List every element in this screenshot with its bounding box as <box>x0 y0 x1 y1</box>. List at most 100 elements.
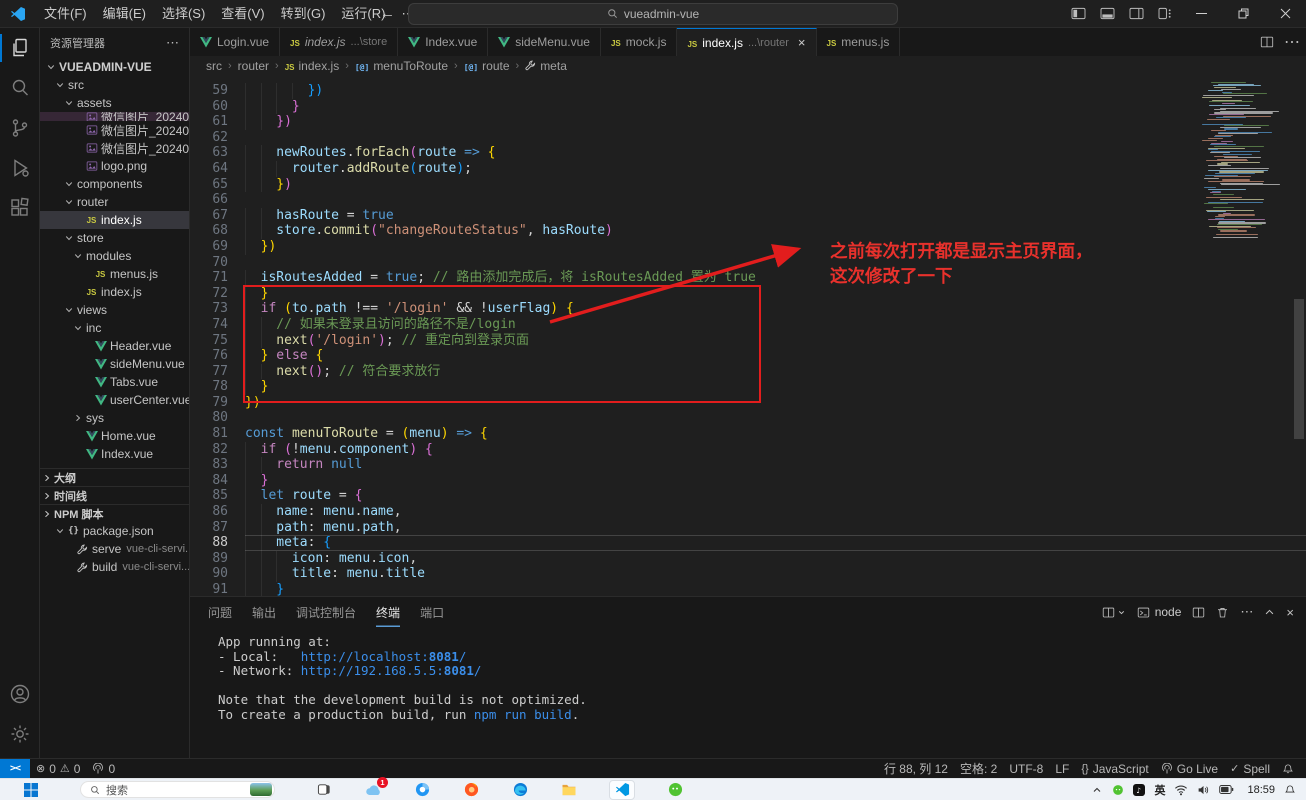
indentation[interactable]: 空格: 2 <box>954 759 1003 778</box>
minimize-button[interactable] <box>1180 0 1222 27</box>
panel-close-icon[interactable]: × <box>1286 605 1294 620</box>
menu-编辑E[interactable]: 编辑(E) <box>95 3 154 25</box>
editor-scrollbar[interactable] <box>1292 75 1306 596</box>
code-editor[interactable]: 59 })60 }61 })6263 newRoutes.forEach(rou… <box>190 75 1306 596</box>
code-line-64[interactable]: 64 router.addRoute(route); <box>190 161 1306 177</box>
panel-tab-输出[interactable]: 输出 <box>252 597 276 627</box>
code-line-66[interactable]: 66 <box>190 192 1306 208</box>
kill-terminal-icon[interactable] <box>1216 606 1229 619</box>
close-button[interactable] <box>1264 0 1306 27</box>
tree-item-Header.vue[interactable]: Header.vue <box>40 337 189 355</box>
language-mode[interactable]: {} JavaScript <box>1075 759 1154 778</box>
toggle-secondary-sidebar-icon[interactable] <box>1122 0 1151 27</box>
spell-checker[interactable]: ✓ Spell <box>1224 759 1276 778</box>
tree-item-inc[interactable]: inc <box>40 319 189 337</box>
customize-layout-icon[interactable] <box>1151 0 1180 27</box>
editor-more-actions-icon[interactable]: ⋯ <box>1284 32 1300 52</box>
tray-wechat-tray-icon[interactable] <box>1112 784 1124 796</box>
tree-item-assets[interactable]: assets <box>40 94 189 112</box>
notification-bell-icon[interactable] <box>1284 784 1296 796</box>
panel-tab-终端[interactable]: 终端 <box>376 597 400 627</box>
code-line-90[interactable]: 90 title: menu.title <box>190 566 1306 582</box>
code-line-86[interactable]: 86 name: menu.name, <box>190 504 1306 520</box>
breadcrumb-meta[interactable]: meta <box>523 59 569 73</box>
tree-item-views[interactable]: views <box>40 301 189 319</box>
code-line-81[interactable]: 81const menuToRoute = (menu) => { <box>190 426 1306 442</box>
taskbar-task-view-icon[interactable] <box>315 781 333 799</box>
taskbar-vscode-icon[interactable] <box>609 780 635 800</box>
code-line-63[interactable]: 63 newRoutes.forEach(route => { <box>190 145 1306 161</box>
code-line-61[interactable]: 61 }) <box>190 114 1306 130</box>
code-line-84[interactable]: 84 } <box>190 473 1306 489</box>
code-line-88[interactable]: 88 meta: { <box>190 535 1306 551</box>
tree-item-modules[interactable]: modules <box>40 247 189 265</box>
eol[interactable]: LF <box>1049 759 1075 778</box>
tray-battery-icon[interactable] <box>1219 784 1234 795</box>
tree-item-sys[interactable]: sys <box>40 409 189 427</box>
code-line-82[interactable]: 82 if (!menu.component) { <box>190 442 1306 458</box>
code-line-60[interactable]: 60 } <box>190 99 1306 115</box>
tab-mock.js[interactable]: JSmock.js <box>601 28 677 56</box>
breadcrumb-router[interactable]: router <box>236 59 271 73</box>
code-line-85[interactable]: 85 let route = { <box>190 488 1306 504</box>
code-line-79[interactable]: 79}) <box>190 395 1306 411</box>
activity-extensions-icon[interactable] <box>0 188 40 228</box>
tray-wifi-icon[interactable] <box>1174 784 1188 796</box>
taskbar-wechat-icon[interactable] <box>666 781 684 799</box>
tree-item-Index.vue[interactable]: Index.vue <box>40 445 189 463</box>
tree-item-menus.js[interactable]: JSmenus.js <box>40 265 189 283</box>
tree-item-index.js[interactable]: JSindex.js <box>40 211 189 229</box>
notifications-bell-icon[interactable] <box>1276 759 1300 778</box>
tree-item-store[interactable]: store <box>40 229 189 247</box>
tree-item-serve[interactable]: servevue-cli-servi... <box>40 540 189 558</box>
panel-maximize-icon[interactable] <box>1264 607 1275 618</box>
tree-item-build[interactable]: buildvue-cli-servi... <box>40 558 189 576</box>
code-line-72[interactable]: 72 } <box>190 286 1306 302</box>
split-editor-icon[interactable] <box>1260 35 1274 49</box>
tree-item-sideMenu.vue[interactable]: sideMenu.vue <box>40 355 189 373</box>
code-line-68[interactable]: 68 store.commit("changeRouteStatus", has… <box>190 223 1306 239</box>
code-line-65[interactable]: 65 }) <box>190 177 1306 193</box>
problems-status[interactable]: ⊗0 ⚠0 <box>30 759 86 778</box>
taskbar-edge-icon[interactable] <box>511 781 529 799</box>
tree-item-index.js[interactable]: JSindex.js <box>40 283 189 301</box>
taskbar-browser-swirl-icon[interactable] <box>413 781 431 799</box>
tree-item-微信图片_2024012...[interactable]: 微信图片_2024012... <box>40 112 189 121</box>
tree-item-router[interactable]: router <box>40 193 189 211</box>
tray-volume-icon[interactable] <box>1197 784 1210 796</box>
menu-文件F[interactable]: 文件(F) <box>36 3 95 25</box>
section-NPM 脚本[interactable]: NPM 脚本 <box>40 504 189 522</box>
cursor-position[interactable]: 行 88, 列 12 <box>878 759 954 778</box>
ports-status[interactable]: 0 <box>86 759 121 778</box>
code-line-83[interactable]: 83 return null <box>190 457 1306 473</box>
tree-item-src[interactable]: src <box>40 76 189 94</box>
taskbar-search[interactable]: 搜索 <box>80 781 275 798</box>
tree-item-Tabs.vue[interactable]: Tabs.vue <box>40 373 189 391</box>
panel-tab-调试控制台[interactable]: 调试控制台 <box>296 597 356 627</box>
activity-settings-icon[interactable] <box>0 714 40 754</box>
code-line-73[interactable]: 73 if (to.path !== '/login' && !userFlag… <box>190 301 1306 317</box>
taskbar-cloud-icon[interactable]: 1 <box>364 781 382 799</box>
tab-close-icon[interactable]: × <box>798 35 806 50</box>
tree-item-components[interactable]: components <box>40 175 189 193</box>
ime-indicator[interactable]: 英 <box>1154 782 1165 798</box>
sidebar-more-icon[interactable]: ⋯ <box>166 35 179 51</box>
menu-转到G[interactable]: 转到(G) <box>273 3 334 25</box>
tray-music-icon[interactable]: ♪ <box>1133 784 1145 796</box>
section-时间线[interactable]: 时间线 <box>40 486 189 504</box>
breadcrumb-index.js[interactable]: JSindex.js <box>283 59 341 73</box>
start-button[interactable] <box>24 783 38 797</box>
code-line-89[interactable]: 89 icon: menu.icon, <box>190 551 1306 567</box>
code-line-62[interactable]: 62 <box>190 130 1306 146</box>
panel-tab-端口[interactable]: 端口 <box>420 597 444 627</box>
encoding[interactable]: UTF-8 <box>1003 759 1049 778</box>
tree-item-Home.vue[interactable]: Home.vue <box>40 427 189 445</box>
code-line-70[interactable]: 70 <box>190 255 1306 271</box>
terminal-launch-icon[interactable] <box>1102 606 1126 619</box>
tray-chevron-up-icon[interactable] <box>1091 784 1103 796</box>
tab-menus.js[interactable]: JSmenus.js <box>817 28 901 56</box>
code-line-75[interactable]: 75 next('/login'); // 重定向到登录页面 <box>190 333 1306 349</box>
panel-more-icon[interactable]: ⋯ <box>1240 604 1253 620</box>
tree-item-logo.png[interactable]: logo.png <box>40 157 189 175</box>
tree-item-微信图片_202401251...[interactable]: 微信图片_202401251... <box>40 121 189 139</box>
